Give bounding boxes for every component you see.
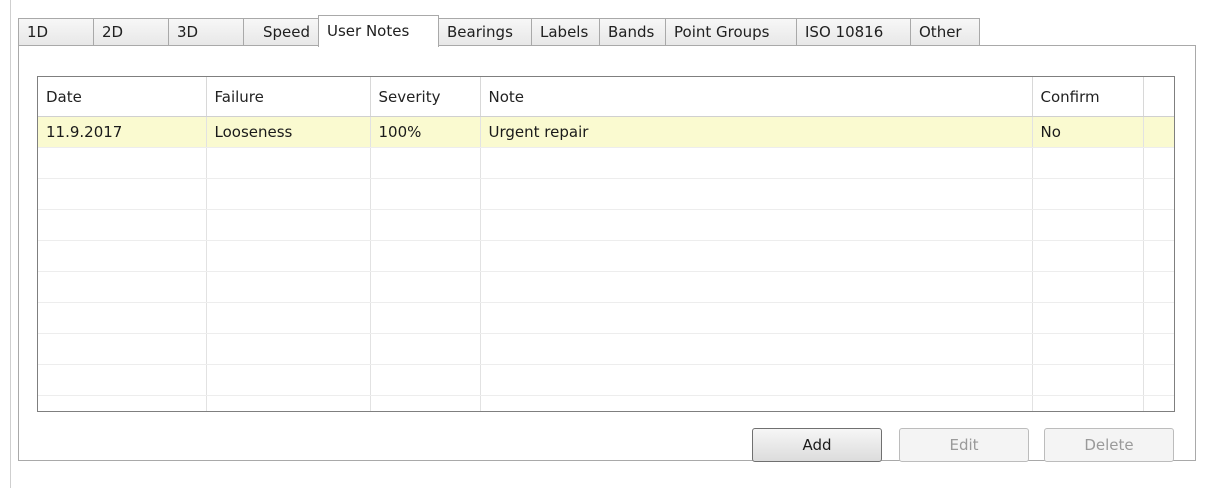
empty-row: [38, 364, 1174, 396]
cell-failure: Looseness: [206, 116, 371, 148]
cell-filler: [1143, 116, 1174, 148]
table-row[interactable]: 11.9.2017 Looseness 100% Urgent repair N…: [38, 116, 1174, 148]
empty-row: [38, 333, 1174, 365]
add-button[interactable]: Add: [752, 428, 882, 462]
column-header-failure[interactable]: Failure: [206, 77, 371, 117]
tab-iso-10816[interactable]: ISO 10816: [796, 18, 911, 46]
empty-row: [38, 302, 1174, 334]
column-header-date[interactable]: Date: [38, 77, 207, 117]
cell-severity: 100%: [370, 116, 481, 148]
table-header-row: Date Failure Severity Note Confirm: [38, 77, 1174, 117]
empty-row: [38, 209, 1174, 241]
delete-button[interactable]: Delete: [1044, 428, 1174, 462]
empty-row: [38, 395, 1174, 411]
empty-row: [38, 271, 1174, 303]
column-header-filler: [1143, 77, 1174, 117]
notes-table: Date Failure Severity Note Confirm 11.9.…: [38, 77, 1174, 411]
empty-row: [38, 178, 1174, 210]
tab-other[interactable]: Other: [910, 18, 980, 46]
column-header-confirm[interactable]: Confirm: [1032, 77, 1144, 117]
column-header-note[interactable]: Note: [480, 77, 1033, 117]
tab-bands[interactable]: Bands: [599, 18, 666, 46]
user-notes-panel: Date Failure Severity Note Confirm 11.9.…: [18, 45, 1196, 462]
tab-1d[interactable]: 1D: [18, 18, 94, 46]
tab-bearings[interactable]: Bearings: [438, 18, 532, 46]
cell-note: Urgent repair: [480, 116, 1033, 148]
window-frame-left: [10, 0, 11, 488]
tab-user-notes[interactable]: User Notes: [318, 15, 439, 47]
tab-point-groups[interactable]: Point Groups: [665, 18, 797, 46]
edit-button[interactable]: Edit: [899, 428, 1029, 462]
tab-bar: 1D 2D 3D Speed User Notes Bearings Label…: [18, 15, 980, 47]
notes-grid: Date Failure Severity Note Confirm 11.9.…: [37, 76, 1175, 412]
empty-row: [38, 147, 1174, 179]
tab-3d[interactable]: 3D: [168, 18, 244, 46]
cell-confirm: No: [1032, 116, 1144, 148]
tab-2d[interactable]: 2D: [93, 18, 169, 46]
column-header-severity[interactable]: Severity: [370, 77, 481, 117]
empty-row: [38, 240, 1174, 272]
tab-speed[interactable]: Speed: [243, 18, 319, 46]
tab-labels[interactable]: Labels: [531, 18, 600, 46]
cell-date: 11.9.2017: [38, 116, 207, 148]
